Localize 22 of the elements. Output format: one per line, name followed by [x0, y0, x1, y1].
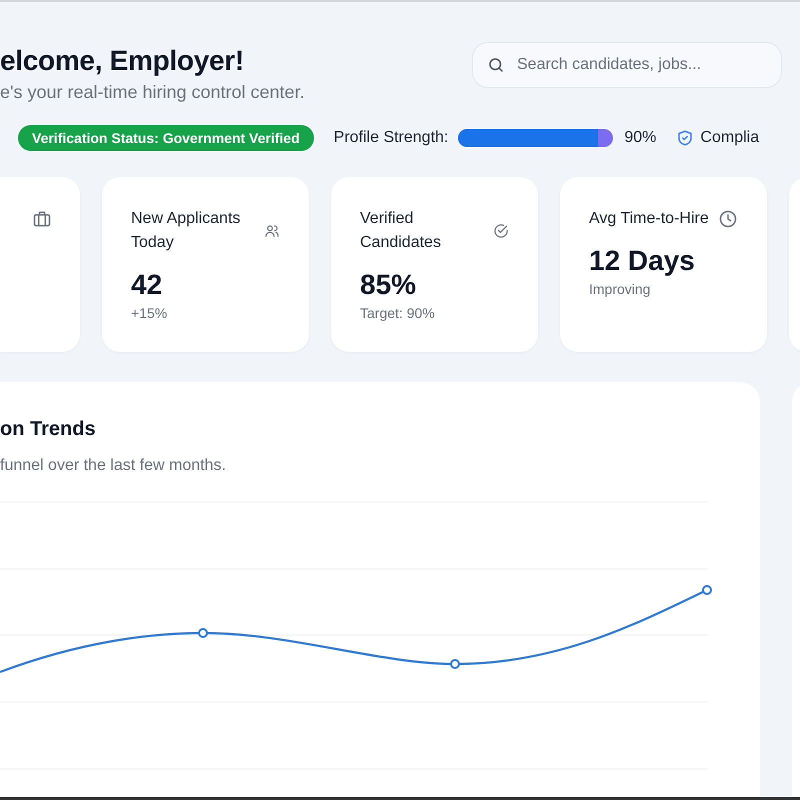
- clock-icon: [718, 209, 738, 229]
- profile-strength-label: Profile Strength:: [334, 129, 448, 147]
- panel-subtitle: funnel over the last few months.: [0, 457, 227, 475]
- page-title: elcome, Employer!: [0, 45, 245, 77]
- shield-check-icon: [676, 129, 694, 147]
- stat-title: Verified Candidates: [360, 209, 442, 253]
- profile-strength-reading: 90%: [624, 129, 656, 147]
- page-subtitle: e's your real-time hiring control center.: [0, 82, 305, 103]
- stat-note: +15%: [131, 305, 168, 321]
- stat-note: Improving: [589, 281, 652, 297]
- stat-title: Avg Time-to-Hire: [589, 209, 709, 229]
- stat-value: 85%: [360, 269, 418, 301]
- stat-value: 12 Days: [589, 245, 696, 277]
- stat-title: New Applicants Today: [131, 209, 242, 253]
- verification-badge: Verification Status: Government Verified: [18, 125, 314, 151]
- search-field[interactable]: Search candidates, jobs...: [472, 42, 782, 88]
- stat-value: 42: [131, 269, 164, 301]
- check-circle-icon: [492, 222, 509, 240]
- stat-note: Target: 90%: [360, 305, 436, 321]
- compliance-label: Complia: [700, 129, 760, 147]
- panel-title: on Trends: [0, 418, 97, 441]
- briefcase-icon: [32, 209, 52, 229]
